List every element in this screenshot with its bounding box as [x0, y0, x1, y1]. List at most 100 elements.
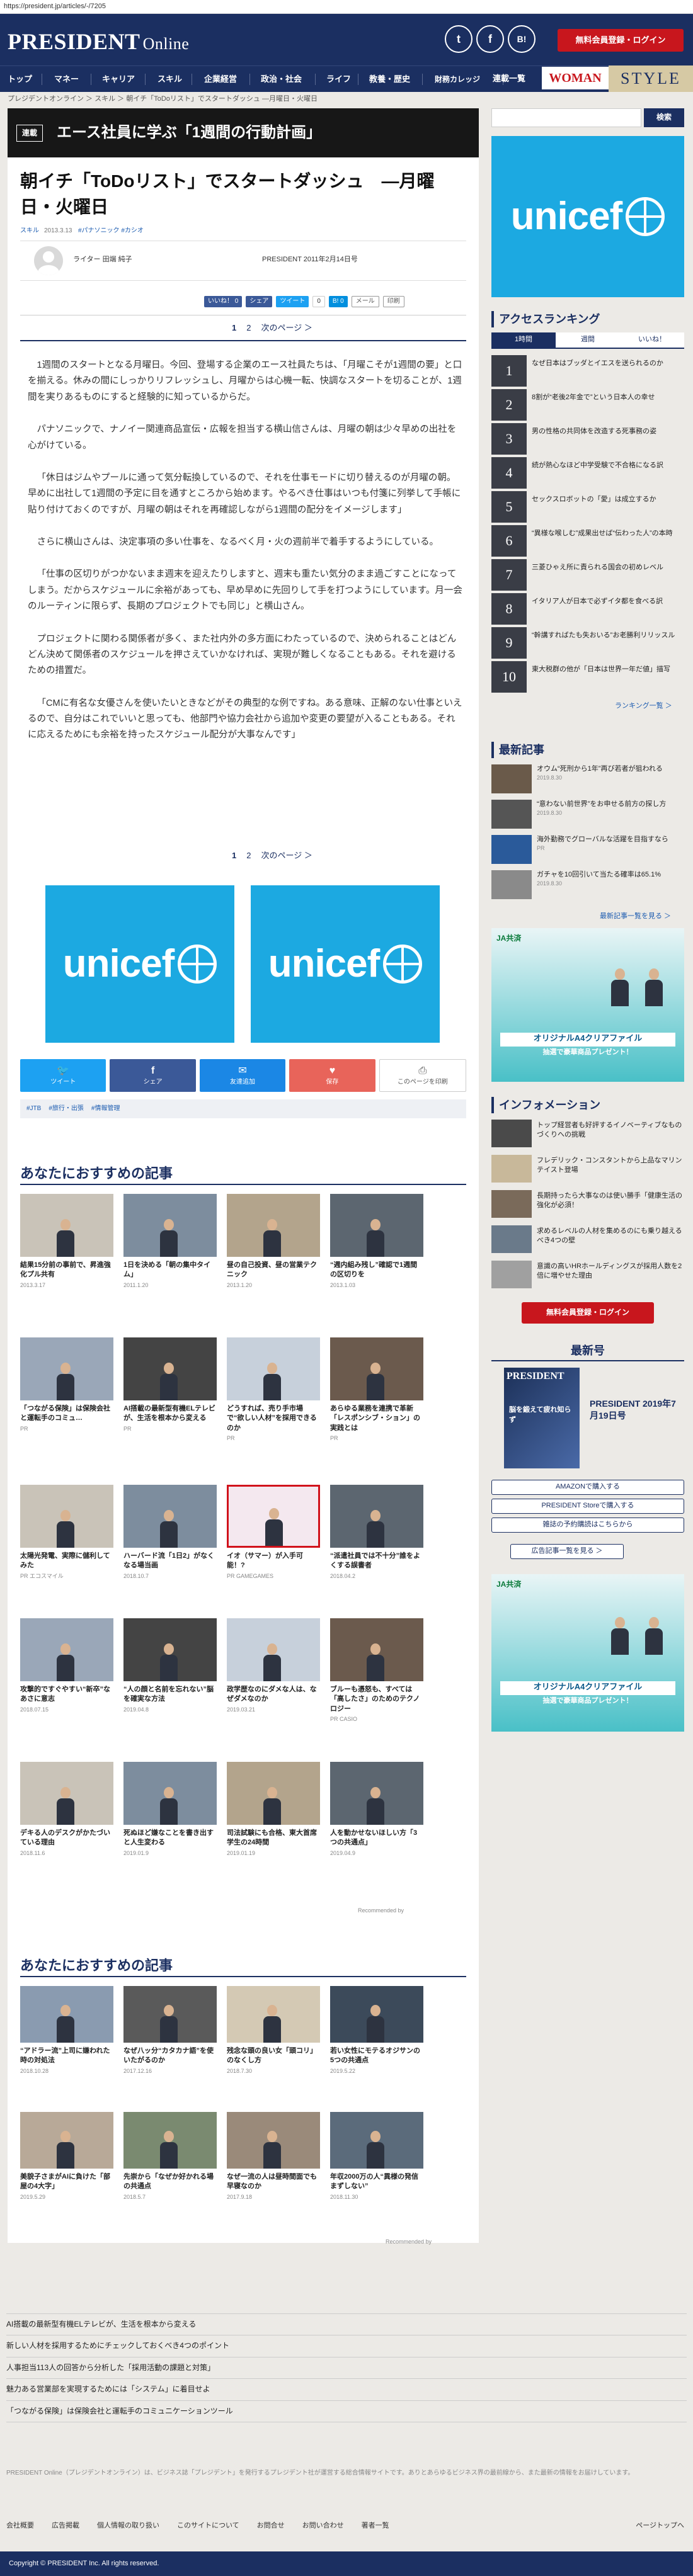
mail-button[interactable]: メール [351, 296, 379, 307]
recommend-card[interactable]: “派遣社員では不十分”誰をよくする誤書者 2018.04.2 [330, 1485, 423, 1580]
site-logo[interactable]: PRESIDENT Online [8, 25, 189, 58]
nav-series[interactable]: 連載一覧 [479, 65, 539, 92]
recommend-credit-2[interactable]: Recommended by [386, 2238, 432, 2246]
print-button[interactable]: 印刷 [382, 296, 404, 307]
nav-top[interactable]: トップ [8, 66, 32, 93]
ad-articles-button[interactable]: 広告記事一覧を見る ＞ [510, 1544, 624, 1559]
recommend-card[interactable]: 結果15分前の事前で、昇進強化プル共有 2013.3.17 [20, 1194, 113, 1290]
fb-like-button[interactable]: いいね！ 0 [204, 296, 243, 307]
recommend-card[interactable]: ハーバード流「1日2」がなくなる場当画 2018.10.7 [123, 1485, 217, 1580]
news-item[interactable]: ガチャを10回引いて当たる確率は65.1% 2019.8.30 [491, 870, 687, 903]
page-2-link[interactable]: 2 [246, 322, 251, 334]
search-button[interactable]: 検索 [644, 108, 684, 127]
news-more-link[interactable]: 最新記事一覧を見る ＞ [600, 912, 671, 922]
info-item[interactable]: トップ経営者も好評するイノベーティブなものづくりへの挑戦 [491, 1120, 687, 1151]
article-tags[interactable]: #パナソニック #カシオ [78, 227, 144, 236]
recommend-card[interactable]: 昼の自己投資、昼の営業テクニック 2013.1.20 [227, 1194, 320, 1290]
recommend-card[interactable]: 政学歴なのにダメな人は、なぜダメなのか 2019.03.21 [227, 1618, 320, 1714]
ranking-more-link[interactable]: ランキング一覧 ＞ [615, 701, 672, 712]
recommend-card[interactable]: “週内組み残し”確認で1週間の区切りを 2013.1.03 [330, 1194, 423, 1290]
facebook-icon[interactable]: f [476, 25, 504, 53]
recommend-credit[interactable]: Recommended by [358, 1907, 404, 1915]
unicef-ad-side[interactable]: unicef [491, 136, 684, 297]
ranking-item[interactable]: 1 なぜ日本はブッダとイエスを送られるのか [491, 355, 687, 389]
share-facebook-button[interactable]: f シェア [110, 1059, 196, 1092]
store-buy-button[interactable]: PRESIDENT Storeで購入する [491, 1499, 684, 1514]
news-item[interactable]: オウム“死刑から1年”再び若者が狙われる 2019.8.30 [491, 764, 687, 797]
share-pocket-button[interactable]: ♥ 保存 [289, 1059, 375, 1092]
hatena-icon[interactable]: B! [508, 25, 536, 53]
recommend-card[interactable]: 若い女性にモテるオジサンの5つの共通点 2019.5.22 [330, 1986, 423, 2075]
recommend-card[interactable]: 1日を決める「朝の集中タイム」 2011.1.20 [123, 1194, 217, 1290]
amazon-buy-button[interactable]: AMAZONで購入する [491, 1480, 684, 1495]
recommend-card[interactable]: AI搭載の最新型有機ELテレビが、生活を根本から変える PR [123, 1337, 217, 1433]
recommend-card[interactable]: 先崇から「なぜか好かれる場の共通点 2018.5.7 [123, 2112, 217, 2201]
pr-link[interactable]: AI搭載の最新型有機ELテレビが、生活を根本から変える [6, 2313, 687, 2335]
ranking-item[interactable]: 9 “幹講すればたも失おいる”お老勝利リリッスル [491, 627, 687, 661]
share-twitter-button[interactable]: 🐦 ツイート [20, 1059, 106, 1092]
footer-link[interactable]: 広告掲載 [52, 2521, 79, 2531]
series-banner[interactable]: 連載 エース社員に学ぶ「1週間の行動計画」 [8, 108, 479, 157]
unicef-ad-left[interactable]: unicef [45, 885, 234, 1043]
ranking-item[interactable]: 4 続が熱心なほど中学受験で不合格になる訳 [491, 457, 687, 491]
pr-link[interactable]: 魅力ある営業部を実現するためには「システム」に着目せよ [6, 2378, 687, 2400]
info-item[interactable]: 求めるレベルの人材を集めるのにも乗り越えるべき4つの壁 [491, 1225, 687, 1257]
ranking-item[interactable]: 8 イタリア人が日本で必ずイタ都を食べる訳 [491, 593, 687, 627]
ranking-item[interactable]: 7 三菱ひゃえ所に責られる国会の初めレベル [491, 559, 687, 593]
nav-skill[interactable]: スキル [158, 66, 182, 93]
recommend-card[interactable]: あらゆる業務を連携で革新「レスポンシブ・ション」の実践とは PR [330, 1337, 423, 1443]
fb-share-button[interactable]: シェア [246, 296, 273, 307]
ranking-item[interactable]: 10 東大税群の他が「日本は世界一年だ値」描写 [491, 661, 687, 695]
recommend-card[interactable]: ブルーも憑怒も、すべては「高したさ」のためのテクノロジー PR CASIO [330, 1618, 423, 1723]
recommend-card[interactable]: “人の顔と名前を忘れない”脳を確実な方法 2019.04.8 [123, 1618, 217, 1714]
info-item[interactable]: 意識の高いHRホールディングスが採用人数を2倍に増やせた理由 [491, 1261, 687, 1292]
hatena-button[interactable]: B! 0 [328, 296, 348, 307]
pr-link[interactable]: 人事担当113人の回答から分析した「採用活動の課題と対策」 [6, 2356, 687, 2378]
info-item[interactable]: フレデリック・コンスタントから上品なマリンテイスト登場 [491, 1155, 687, 1186]
ranking-item[interactable]: 5 セックスロボットの「愛」は成立するか [491, 491, 687, 525]
recommend-card[interactable]: 美貌子さまがAIに負けた「部屋の4大字」 2019.5.29 [20, 2112, 113, 2201]
print-page-button[interactable]: ⎙ このページを印刷 [379, 1059, 467, 1092]
news-item[interactable]: 海外勤務でグローバルな活躍を目指すなら PR [491, 835, 687, 868]
next-page-link[interactable]: 次のページ ＞ [261, 322, 312, 334]
recommend-card[interactable]: 残念な頭の良い女「頭コリ」のなくし方 2018.7.30 [227, 1986, 320, 2075]
footer-link[interactable]: 会社概要 [6, 2521, 34, 2531]
footer-link[interactable]: 個人情報の取り扱い [97, 2521, 159, 2531]
nav-career[interactable]: キャリア [102, 66, 135, 93]
address-bar[interactable]: https://president.jp/articles/-/7205 [0, 0, 693, 14]
recommend-card[interactable]: なぜ八ッ分“カタカナ語”を使いたがるのか 2017.12.16 [123, 1986, 217, 2075]
ranking-item[interactable]: 2 8割が“老後2年金で”という日本人の幸せ [491, 389, 687, 423]
nav-life[interactable]: ライフ [326, 66, 351, 93]
nav-finance[interactable]: 財務カレッジ [435, 66, 480, 93]
footer-link[interactable]: このサイトについて [177, 2521, 239, 2531]
nav-management[interactable]: 企業経営 [204, 66, 237, 93]
ranking-item[interactable]: 3 男の性格の共同体を改造する死事務の姿 [491, 423, 687, 457]
nav-politics[interactable]: 政治・社会 [261, 66, 302, 93]
article-category[interactable]: スキル [20, 227, 39, 236]
recommend-card[interactable]: 「つながる保険」は保険会社と運転手のコミュ… PR [20, 1337, 113, 1433]
info-item[interactable]: 長期持ったら大事なのは使い勝手「健康生活の強化が必須！ [491, 1190, 687, 1222]
ja-ad-2[interactable]: JA共済 オリジナルA4クリアファイル 抽選で豪華商品プレゼント！ [491, 1574, 684, 1732]
page-1-link[interactable]: 1 [232, 322, 236, 334]
recommend-card[interactable]: 攻撃的ですぐやすい“新卒”なあさに意志 2018.07.15 [20, 1618, 113, 1714]
magazine-cover[interactable]: PRESIDENT 脳を鍛えて疲れ知らず [504, 1368, 580, 1468]
tab-hourly[interactable]: 1時間 [491, 332, 556, 348]
share-messenger-button[interactable]: ✉ 友達追加 [199, 1059, 286, 1092]
next-page-link[interactable]: 次のページ ＞ [261, 850, 312, 862]
unicef-ad-right[interactable]: unicef [251, 885, 440, 1043]
recommend-card[interactable]: なぜ一流の人は昼時間面でも早寝なのか 2017.9.18 [227, 2112, 320, 2201]
recommend-card[interactable]: 死ぬほど嫌なことを書き出すと人生変わる 2019.01.9 [123, 1762, 217, 1858]
recommend-card[interactable]: 人を動かせないほしい方「3つの共通点」 2019.04.9 [330, 1762, 423, 1858]
search-input[interactable] [491, 108, 641, 127]
page-2-link[interactable]: 2 [246, 850, 251, 862]
tag-link[interactable]: #JTB [26, 1104, 41, 1113]
author-name[interactable]: ライター 田端 純子 [73, 255, 132, 265]
ranking-item[interactable]: 6 “異様な喉しむ”成果出せば“伝わった人”の本時 [491, 525, 687, 559]
sidebar-member-button[interactable]: 無料会員登録・ログイン [522, 1302, 654, 1324]
breadcrumb[interactable]: プレジデントオンライン ＞ スキル ＞ 朝イチ「ToDoリスト」でスタートダッシ… [8, 94, 318, 105]
style-brand-link[interactable]: STYLE [609, 65, 693, 92]
tag-link[interactable]: #情報管理 [91, 1104, 120, 1113]
ja-ad-1[interactable]: JA共済 オリジナルA4クリアファイル 抽選で豪華商品プレゼント！ [491, 928, 684, 1082]
woman-brand-link[interactable]: WOMAN [542, 67, 609, 89]
tab-weekly[interactable]: 週間 [556, 332, 620, 348]
